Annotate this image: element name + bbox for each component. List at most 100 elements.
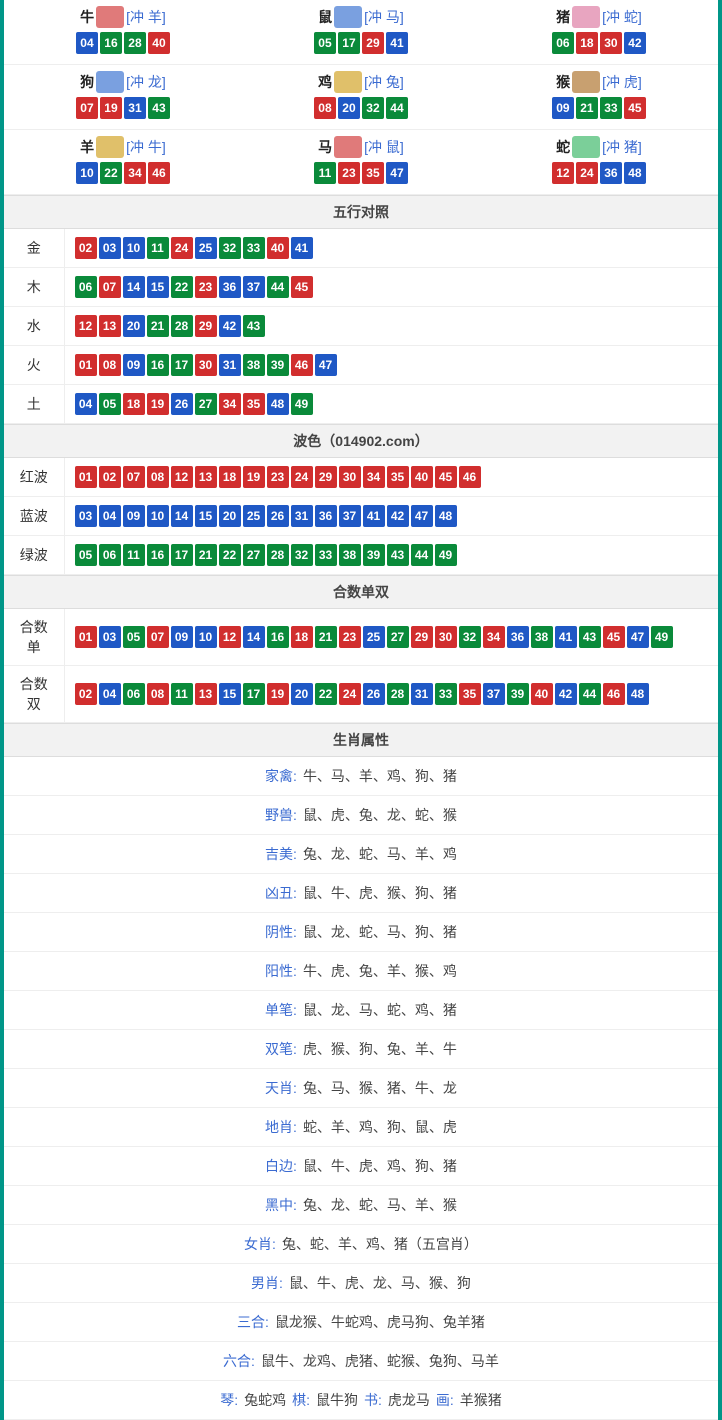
attr-value: 鼠、牛、虎、猴、狗、猪 xyxy=(303,883,457,903)
number-ball: 18 xyxy=(219,466,241,488)
zodiac-icon xyxy=(96,71,124,93)
attr-key: 天肖: xyxy=(265,1078,297,1098)
number-ball: 06 xyxy=(99,544,121,566)
section-bose-title: 波色（014902.com） xyxy=(4,424,718,458)
table-row: 绿波05061116172122272832333839434449 xyxy=(4,536,718,575)
attr-key: 女肖: xyxy=(244,1234,276,1254)
number-ball: 33 xyxy=(243,237,265,259)
number-ball: 06 xyxy=(75,276,97,298)
number-ball: 08 xyxy=(99,354,121,376)
number-ball: 12 xyxy=(171,466,193,488)
number-ball: 06 xyxy=(552,32,574,54)
number-ball: 26 xyxy=(171,393,193,415)
table-row: 蓝波03040910141520252631363741424748 xyxy=(4,497,718,536)
row-balls: 05061116172122272832333839434449 xyxy=(64,536,718,575)
row-balls: 1213202128294243 xyxy=(64,307,718,346)
attr-key: 画: xyxy=(436,1390,454,1410)
number-ball: 34 xyxy=(219,393,241,415)
zodiac-icon xyxy=(334,6,362,28)
row-label: 木 xyxy=(4,268,64,307)
number-ball: 44 xyxy=(267,276,289,298)
number-ball: 17 xyxy=(171,354,193,376)
number-ball: 14 xyxy=(243,626,265,648)
zodiac-conflict: [冲 龙] xyxy=(126,72,166,92)
heshu-table: 合数单0103050709101214161821232527293032343… xyxy=(4,609,718,723)
number-ball: 14 xyxy=(171,505,193,527)
number-ball: 38 xyxy=(531,626,553,648)
attr-key: 男肖: xyxy=(251,1273,283,1293)
number-ball: 29 xyxy=(362,32,384,54)
number-ball: 37 xyxy=(483,683,505,705)
number-ball: 19 xyxy=(267,683,289,705)
row-balls: 0108091617303138394647 xyxy=(64,346,718,385)
zodiac-conflict: [冲 兔] xyxy=(364,72,404,92)
number-ball: 39 xyxy=(267,354,289,376)
number-ball: 43 xyxy=(387,544,409,566)
attr-row: 凶丑:鼠、牛、虎、猴、狗、猪 xyxy=(4,874,718,913)
number-ball: 47 xyxy=(411,505,433,527)
attr-value: 牛、马、羊、鸡、狗、猪 xyxy=(303,766,457,786)
number-ball: 27 xyxy=(387,626,409,648)
number-ball: 13 xyxy=(99,315,121,337)
row-balls: 03040910141520252631363741424748 xyxy=(64,497,718,536)
number-ball: 41 xyxy=(363,505,385,527)
row-label: 水 xyxy=(4,307,64,346)
row-label: 红波 xyxy=(4,458,64,497)
number-ball: 14 xyxy=(123,276,145,298)
number-ball: 01 xyxy=(75,354,97,376)
attr-value: 牛、虎、兔、羊、猴、鸡 xyxy=(303,961,457,981)
zodiac-icon xyxy=(572,71,600,93)
attr-value: 鼠、牛、虎、龙、马、猴、狗 xyxy=(289,1273,471,1293)
number-ball: 40 xyxy=(267,237,289,259)
zodiac-cell: 猴[冲 虎]09213345 xyxy=(480,65,718,130)
attr-value: 虎龙马 xyxy=(388,1390,430,1410)
zodiac-name: 鼠 xyxy=(318,7,332,27)
row-label: 绿波 xyxy=(4,536,64,575)
number-ball: 49 xyxy=(435,544,457,566)
attr-value: 兔、龙、蛇、马、羊、鸡 xyxy=(303,844,457,864)
number-ball: 08 xyxy=(147,466,169,488)
number-ball: 30 xyxy=(339,466,361,488)
attr-row: 阳性:牛、虎、兔、羊、猴、鸡 xyxy=(4,952,718,991)
zodiac-icon xyxy=(572,6,600,28)
number-ball: 32 xyxy=(219,237,241,259)
table-row: 火0108091617303138394647 xyxy=(4,346,718,385)
table-row: 金02031011242532334041 xyxy=(4,229,718,268)
number-ball: 43 xyxy=(579,626,601,648)
number-ball: 01 xyxy=(75,466,97,488)
number-ball: 03 xyxy=(75,505,97,527)
number-ball: 40 xyxy=(531,683,553,705)
number-ball: 28 xyxy=(267,544,289,566)
attr-key: 阴性: xyxy=(265,922,297,942)
attr-row: 白边:鼠、牛、虎、鸡、狗、猪 xyxy=(4,1147,718,1186)
number-ball: 37 xyxy=(339,505,361,527)
number-ball: 07 xyxy=(123,466,145,488)
row-balls: 02031011242532334041 xyxy=(64,229,718,268)
zodiac-name: 鸡 xyxy=(318,72,332,92)
section-wuxing-title: 五行对照 xyxy=(4,195,718,229)
number-ball: 29 xyxy=(411,626,433,648)
zodiac-name: 蛇 xyxy=(556,137,570,157)
number-ball: 40 xyxy=(148,32,170,54)
zodiac-grid: 牛[冲 羊]04162840鼠[冲 马]05172941猪[冲 蛇]061830… xyxy=(4,0,718,195)
attr-key: 家禽: xyxy=(265,766,297,786)
number-ball: 41 xyxy=(555,626,577,648)
attr-value: 鼠龙猴、牛蛇鸡、虎马狗、兔羊猪 xyxy=(275,1312,485,1332)
number-ball: 10 xyxy=(195,626,217,648)
number-ball: 49 xyxy=(651,626,673,648)
number-ball: 25 xyxy=(363,626,385,648)
number-ball: 05 xyxy=(75,544,97,566)
row-label: 合数单 xyxy=(4,609,64,666)
number-ball: 28 xyxy=(171,315,193,337)
number-ball: 21 xyxy=(315,626,337,648)
number-ball: 46 xyxy=(459,466,481,488)
number-ball: 31 xyxy=(411,683,433,705)
number-ball: 10 xyxy=(76,162,98,184)
number-ball: 36 xyxy=(507,626,529,648)
number-ball: 18 xyxy=(576,32,598,54)
number-ball: 16 xyxy=(147,544,169,566)
number-ball: 48 xyxy=(627,683,649,705)
number-ball: 26 xyxy=(267,505,289,527)
number-ball: 18 xyxy=(123,393,145,415)
zodiac-conflict: [冲 牛] xyxy=(126,137,166,157)
